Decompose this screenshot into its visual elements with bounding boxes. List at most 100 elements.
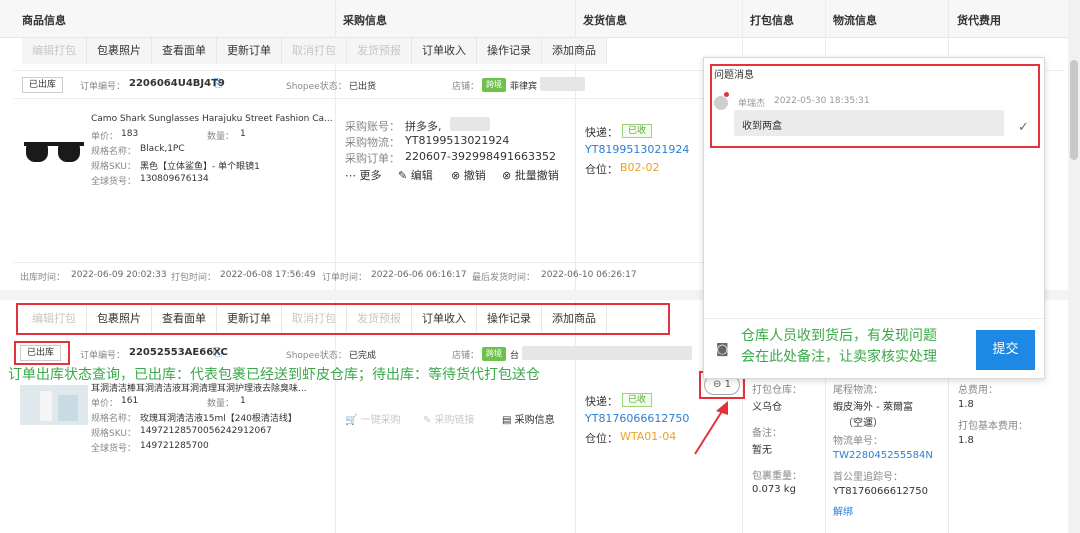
express-label: 快递：	[585, 126, 618, 139]
ship-report-button[interactable]: 发货预报	[347, 38, 412, 64]
price: 161	[121, 396, 139, 406]
last-mile-sub: （空運）	[843, 418, 883, 429]
pencil-icon: ✎	[423, 415, 435, 426]
spec: 玫瑰耳洞清洁液15ml【240根清洁线】	[140, 414, 297, 424]
more-button[interactable]: ⋯ 更多	[345, 167, 382, 183]
shopee-status-label: Shopee状态：	[286, 82, 347, 92]
product-thumbnail[interactable]	[20, 385, 88, 425]
package-photos-button[interactable]: 包裹照片	[87, 38, 152, 64]
spec: Black,1PC	[140, 144, 185, 154]
qty-label: 数量：	[207, 399, 235, 409]
shopee-status-label: Shopee状态：	[286, 351, 347, 361]
scrollbar-thumb[interactable]	[1070, 60, 1078, 160]
purchase-info-button[interactable]: ▤ 采购信息	[502, 411, 555, 426]
global-no-label: 全球货号：	[91, 444, 137, 454]
time-pack-label: 打包时间：	[171, 273, 217, 283]
purchase-link-button[interactable]: ✎ 采购链接	[423, 411, 475, 426]
time-last-label: 最后发货时间：	[472, 273, 536, 283]
purchase-order-label: 采购订单：	[345, 152, 400, 165]
last-mile: 蝦皮海外 - 萊爾富	[833, 402, 913, 413]
divider	[704, 318, 1044, 319]
price-label: 单价：	[91, 399, 119, 409]
order-income-button[interactable]: 订单收入	[412, 38, 477, 64]
location-label: 仓位：	[585, 432, 618, 445]
revoke-button[interactable]: ⊗ 撤销	[451, 167, 486, 183]
redacted-block	[450, 117, 490, 131]
batch-revoke-icon: ⊗	[502, 169, 515, 182]
package-weight: 0.073 kg	[752, 484, 796, 495]
purchase-order: 220607-392998491663352	[405, 150, 556, 163]
sku: 1497212857005624291206​7	[140, 426, 272, 436]
edit-pack-button[interactable]: 编辑打包	[22, 38, 87, 64]
store-label: 店铺：	[452, 351, 480, 361]
time-out-label: 出库时间：	[20, 273, 66, 283]
cross-border-tag: 跨境	[482, 78, 506, 92]
received-badge: 已收	[622, 393, 653, 407]
redacted-block	[522, 346, 692, 360]
submit-button[interactable]: 提交	[976, 330, 1035, 370]
revoke-label: 撤销	[463, 169, 486, 182]
tracking-link[interactable]: YT8199513021924	[585, 143, 689, 156]
purchase-account: 拼多多,	[405, 120, 442, 133]
order-no[interactable]: 2206064U4BJ4T9	[129, 78, 225, 89]
time-order-label: 订单时间：	[322, 273, 368, 283]
order-no-label: 订单编号：	[80, 351, 126, 361]
copy-icon[interactable]: ⎘	[213, 346, 222, 360]
price: 183	[121, 129, 139, 139]
product-thumbnail[interactable]	[20, 130, 88, 172]
sku-label: 规格SKU：	[91, 162, 136, 172]
time-order: 2022-06-06 06:16:17	[371, 270, 467, 280]
shopee-status: 已完成	[349, 351, 377, 361]
location-label: 仓位：	[585, 163, 618, 176]
divider	[14, 262, 704, 263]
logistics-no[interactable]: TW228045255584N	[833, 450, 933, 461]
shopee-status: 已出货	[349, 82, 377, 92]
first-track: YT8176066612750	[833, 486, 928, 497]
last-mile-label: 尾程物流：	[833, 385, 883, 396]
batch-revoke-button[interactable]: ⊗ 批量撤销	[502, 167, 559, 183]
product-title[interactable]: 耳洞清洁棒耳洞清洁液耳洞清理耳洞护理液去除臭味...	[91, 381, 307, 394]
order-toolbar: 编辑打包 包裹照片 查看面单 更新订单 取消打包 发货预报 订单收入 操作记录 …	[22, 38, 607, 64]
order-no-label: 订单编号：	[80, 82, 126, 92]
camera-icon[interactable]: ◙	[716, 342, 729, 357]
purchase-logistics-label: 采购物流：	[345, 136, 400, 149]
store-name: 台	[510, 351, 520, 361]
sku-label: 规格SKU：	[91, 429, 136, 439]
remark-label: 备注：	[752, 428, 782, 439]
add-product-button[interactable]: 添加商品	[542, 38, 607, 64]
document-icon: ▤	[502, 415, 515, 426]
redacted-block	[540, 77, 585, 91]
price-label: 单价：	[91, 132, 119, 142]
one-click-purchase-button[interactable]: 🛒 一键采购	[345, 411, 401, 426]
purchase-info-label: 采购信息	[514, 415, 555, 426]
qty-label: 数量：	[207, 132, 235, 142]
remark: 暂无	[752, 445, 772, 456]
col-header-shipping: 发货信息	[583, 14, 627, 27]
product-title[interactable]: Camo Shark Sunglasses Harajuku Street Fa…	[91, 114, 333, 124]
pencil-icon: ✎	[398, 169, 411, 182]
col-header-logistics: 物流信息	[833, 14, 877, 27]
update-order-button[interactable]: 更新订单	[217, 38, 282, 64]
cart-icon: 🛒	[345, 415, 361, 426]
time-pack: 2022-06-08 17:56:49	[220, 270, 316, 280]
logistics-no-label: 物流单号：	[833, 436, 883, 447]
col-header-purchase: 采购信息	[343, 14, 387, 27]
status-highlight	[14, 341, 70, 365]
cancel-pack-button[interactable]: 取消打包	[282, 38, 347, 64]
tracking-link[interactable]: YT8176066612750	[585, 412, 689, 425]
global-no: 130809676134	[140, 174, 209, 184]
pack-fee-label: 打包基本费用：	[958, 421, 1028, 432]
operation-log-button[interactable]: 操作记录	[477, 38, 542, 64]
copy-icon[interactable]: ⎘	[213, 77, 222, 91]
express-label: 快递：	[585, 395, 618, 408]
unbind-link[interactable]: 解绑	[833, 503, 853, 518]
warehouse-annotation-line1: 仓库人员收到货后，有发现问题	[741, 328, 937, 344]
edit-button[interactable]: ✎ 编辑	[398, 167, 433, 183]
message-highlight	[710, 64, 1040, 148]
time-out: 2022-06-09 20:02:33	[71, 270, 167, 280]
warehouse-annotation-line2: 会在此处备注，让卖家核实处理	[741, 349, 937, 365]
view-waybill-button[interactable]: 查看面单	[152, 38, 217, 64]
time-last: 2022-06-10 06:26:17	[541, 270, 637, 280]
pack-warehouse: 义乌仓	[752, 402, 782, 413]
col-header-product: 商品信息	[22, 14, 66, 27]
